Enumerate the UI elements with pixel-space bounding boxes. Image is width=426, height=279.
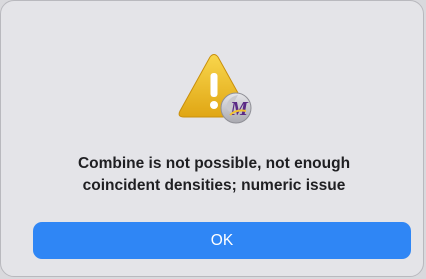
warning-icon: M	[176, 53, 254, 127]
alert-dialog: M Combine is not possible, not enough co…	[0, 0, 424, 277]
alert-message-line-1: Combine is not possible, not enough	[77, 155, 351, 172]
app-badge-icon: M	[220, 92, 252, 124]
app-badge-letter: M	[229, 98, 249, 120]
alert-message-line-2: coincident densities; numeric issue	[82, 177, 346, 194]
alert-message: Combine is not possible, not enough coin…	[21, 153, 407, 197]
ok-button[interactable]: OK	[33, 222, 411, 259]
warning-triangle-icon: M	[178, 54, 252, 124]
